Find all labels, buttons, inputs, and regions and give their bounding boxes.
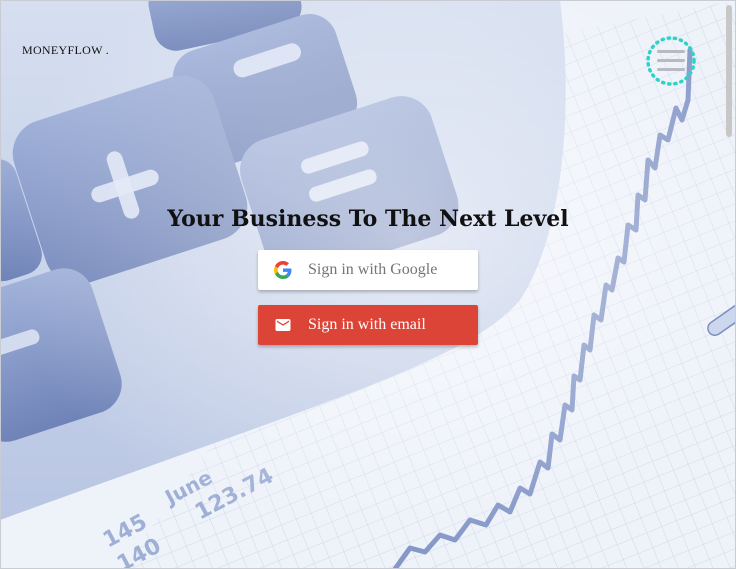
sign-in-google-label: Sign in with Google [308,261,438,278]
sign-in-email-button[interactable]: Sign in with email [258,305,478,345]
mail-icon [274,316,292,334]
google-g-icon [274,261,292,279]
vertical-scrollbar[interactable] [723,1,735,568]
hero-title: Your Business To The Next Level [167,206,569,232]
brand-logo[interactable]: MONEYFLOW . [22,43,109,58]
hamburger-menu-icon[interactable] [645,35,697,87]
sign-in-email-label: Sign in with email [308,316,426,333]
scrollbar-thumb[interactable] [726,5,732,137]
sign-in-google-button[interactable]: Sign in with Google [258,250,478,290]
